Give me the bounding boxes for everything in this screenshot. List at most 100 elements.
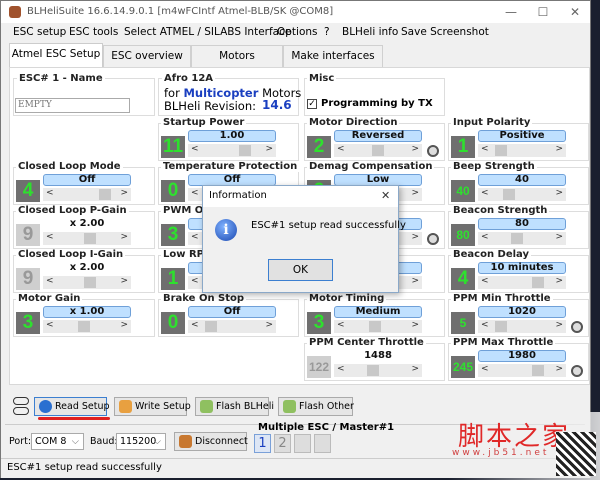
scroll-right-icon[interactable]: > xyxy=(265,144,273,154)
gear-icon[interactable] xyxy=(571,321,583,333)
scroll-left-icon[interactable]: < xyxy=(337,320,345,330)
esc-3-button[interactable] xyxy=(294,434,311,453)
scroll-thumb[interactable] xyxy=(531,365,544,376)
scroll-left-icon[interactable]: < xyxy=(46,276,54,286)
gear-icon[interactable] xyxy=(427,145,439,157)
scroll-right-icon[interactable]: > xyxy=(411,276,419,286)
menu-help[interactable]: ? xyxy=(324,26,330,38)
scroll-right-icon[interactable]: > xyxy=(555,144,563,154)
scroll-left-icon[interactable]: < xyxy=(481,364,489,374)
scroll-right-icon[interactable]: > xyxy=(555,364,563,374)
close-button[interactable]: ✕ xyxy=(561,3,589,21)
value-scrollbar[interactable]: <> xyxy=(334,144,422,157)
value-scrollbar[interactable]: <> xyxy=(43,320,131,333)
scroll-thumb[interactable] xyxy=(83,277,96,288)
port-select[interactable]: COM 8 ⌵ xyxy=(31,433,84,450)
value-scrollbar[interactable]: <> xyxy=(43,188,131,201)
scroll-thumb[interactable] xyxy=(205,321,218,332)
scroll-right-icon[interactable]: > xyxy=(555,320,563,330)
scroll-right-icon[interactable]: > xyxy=(265,320,273,330)
scroll-thumb[interactable] xyxy=(372,145,384,156)
scroll-left-icon[interactable]: < xyxy=(46,320,54,330)
write-setup-button[interactable]: Write Setup xyxy=(114,397,191,416)
scroll-right-icon[interactable]: > xyxy=(411,232,419,242)
scroll-left-icon[interactable]: < xyxy=(337,364,345,374)
value-scrollbar[interactable]: <> xyxy=(43,232,131,245)
scroll-left-icon[interactable]: < xyxy=(191,144,199,154)
scroll-left-icon[interactable]: < xyxy=(191,232,199,242)
baud-select[interactable]: 115200 ⌵ xyxy=(116,433,166,450)
minimize-button[interactable]: — xyxy=(497,3,525,21)
menu-blheli-info[interactable]: BLHeli info xyxy=(342,26,398,38)
toggle-icon-lower[interactable] xyxy=(13,407,29,415)
menu-esc-tools[interactable]: ESC tools xyxy=(69,26,118,38)
esc-name-input[interactable]: EMPTY xyxy=(15,98,130,113)
scroll-right-icon[interactable]: > xyxy=(411,188,419,198)
tab-atmel-esc-setup[interactable]: Atmel ESC Setup xyxy=(9,43,103,67)
menu-options[interactable]: Options xyxy=(277,26,318,38)
scroll-left-icon[interactable]: < xyxy=(337,144,345,154)
flash-blheli-button[interactable]: Flash BLHeli xyxy=(195,397,274,416)
value-scrollbar[interactable]: <> xyxy=(43,276,131,289)
scroll-right-icon[interactable]: > xyxy=(120,320,128,330)
scroll-right-icon[interactable]: > xyxy=(411,364,419,374)
scroll-right-icon[interactable]: > xyxy=(120,232,128,242)
scroll-thumb[interactable] xyxy=(531,277,544,288)
scroll-right-icon[interactable]: > xyxy=(411,320,419,330)
scroll-left-icon[interactable]: < xyxy=(481,320,489,330)
value-scrollbar[interactable]: <> xyxy=(334,364,422,377)
scroll-left-icon[interactable]: < xyxy=(191,188,199,198)
scroll-thumb[interactable] xyxy=(239,145,251,156)
tab-make-interfaces[interactable]: Make interfaces xyxy=(283,45,383,67)
maximize-button[interactable]: ☐ xyxy=(529,3,557,21)
tab-motors[interactable]: Motors xyxy=(191,45,283,67)
menu-select-interface[interactable]: Select ATMEL / SILABS Interface xyxy=(124,26,291,38)
scroll-right-icon[interactable]: > xyxy=(411,144,419,154)
scroll-right-icon[interactable]: > xyxy=(120,188,128,198)
scroll-left-icon[interactable]: < xyxy=(46,188,54,198)
scroll-thumb[interactable] xyxy=(495,321,508,332)
value-scrollbar[interactable]: <> xyxy=(478,320,566,333)
scroll-left-icon[interactable]: < xyxy=(481,232,489,242)
scroll-left-icon[interactable]: < xyxy=(191,276,199,286)
scroll-left-icon[interactable]: < xyxy=(191,320,199,330)
value-scrollbar[interactable]: <> xyxy=(188,320,276,333)
read-setup-button[interactable]: Read Setup xyxy=(34,397,110,416)
value-scrollbar[interactable]: <> xyxy=(478,144,566,157)
value-scrollbar[interactable]: <> xyxy=(478,232,566,245)
toggle-icon[interactable] xyxy=(13,397,29,405)
esc-1-button[interactable]: 1 xyxy=(254,434,271,453)
value-scrollbar[interactable]: <> xyxy=(478,364,566,377)
dialog-close-icon[interactable]: ✕ xyxy=(381,189,390,202)
value-scrollbar[interactable]: <> xyxy=(188,144,276,157)
scroll-right-icon[interactable]: > xyxy=(555,232,563,242)
scroll-left-icon[interactable]: < xyxy=(481,276,489,286)
scroll-right-icon[interactable]: > xyxy=(555,188,563,198)
scroll-thumb[interactable] xyxy=(99,189,112,200)
scroll-thumb[interactable] xyxy=(503,189,515,200)
gear-icon[interactable] xyxy=(571,365,583,377)
scroll-thumb[interactable] xyxy=(78,321,91,332)
flash-other-button[interactable]: Flash Other xyxy=(278,397,354,416)
esc-4-button[interactable] xyxy=(314,434,331,453)
ok-button[interactable]: OK xyxy=(268,259,333,281)
menu-esc-setup[interactable]: ESC setup xyxy=(13,26,66,38)
value-scrollbar[interactable]: <> xyxy=(334,320,422,333)
scroll-left-icon[interactable]: < xyxy=(481,144,489,154)
scroll-left-icon[interactable]: < xyxy=(481,188,489,198)
scroll-right-icon[interactable]: > xyxy=(555,276,563,286)
scroll-left-icon[interactable]: < xyxy=(46,232,54,242)
scroll-thumb[interactable] xyxy=(369,321,382,332)
scroll-thumb[interactable] xyxy=(83,233,96,244)
tab-esc-overview[interactable]: ESC overview xyxy=(103,45,191,67)
disconnect-button[interactable]: Disconnect xyxy=(174,432,248,451)
gear-icon[interactable] xyxy=(427,233,439,245)
programming-by-tx-checkbox[interactable]: ✓ xyxy=(307,99,317,109)
menu-save-screenshot[interactable]: Save Screenshot xyxy=(401,26,489,38)
scroll-thumb[interactable] xyxy=(510,233,523,244)
scroll-right-icon[interactable]: > xyxy=(120,276,128,286)
esc-2-button[interactable]: 2 xyxy=(274,434,291,453)
value-scrollbar[interactable]: <> xyxy=(478,276,566,289)
scroll-thumb[interactable] xyxy=(495,145,508,156)
value-scrollbar[interactable]: <> xyxy=(478,188,566,201)
